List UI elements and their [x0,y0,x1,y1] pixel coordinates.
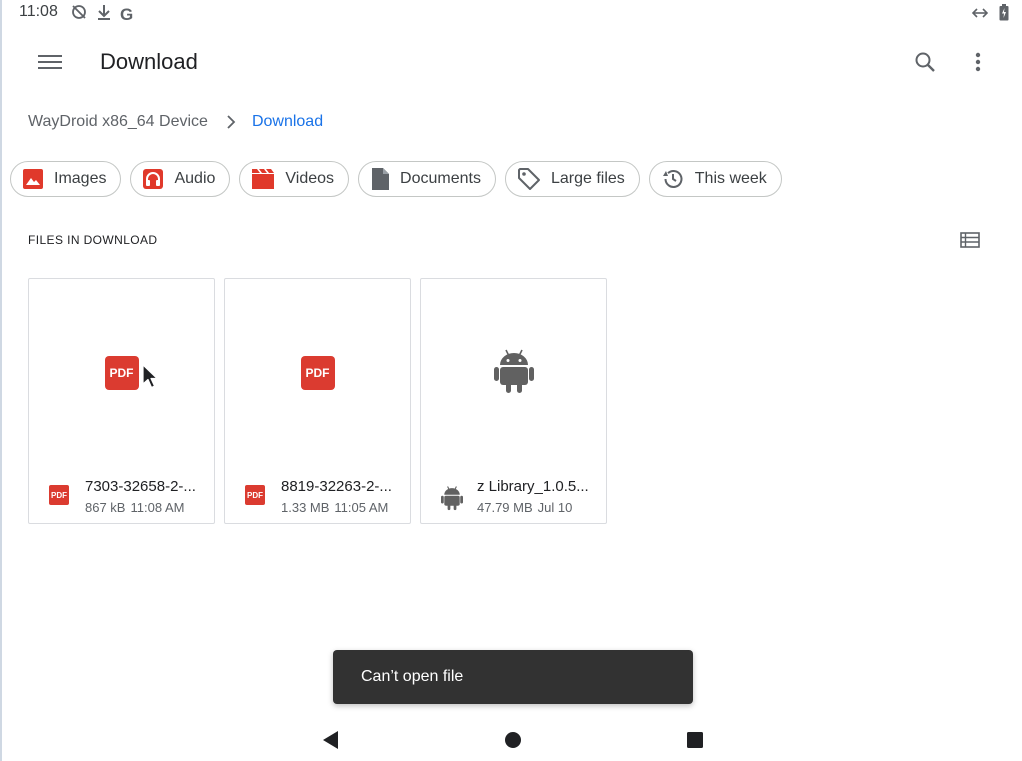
file-details: 867 kB 11:08 AM [85,500,184,515]
file-thumbnail [421,279,606,467]
pdf-icon: PDF [245,485,265,505]
snackbar-message: Can’t open file [361,668,464,685]
file-date: Jul 10 [537,500,573,515]
file-grid: PDF PDF 7303-32658-2-... 867 kB 11:08 AM… [28,278,607,524]
app-toolbar: Download [0,30,1022,94]
file-name: 7303-32658-2-... [85,478,196,495]
file-thumbnail: PDF [225,279,410,467]
download-icon [96,3,112,26]
chip-label: This week [694,170,767,187]
pdf-badge: PDF [49,485,69,505]
image-icon [22,168,44,190]
file-date: 11:08 AM [130,500,185,515]
file-details: 1.33 MB 11:05 AM [281,500,388,515]
file-name: 8819-32263-2-... [281,478,392,495]
more-vert-icon[interactable] [960,44,996,80]
status-bar: 11:08 G [0,0,1022,26]
file-card[interactable]: PDF PDF 8819-32263-2-... 1.33 MB 11:05 A… [224,278,411,524]
system-nav-bar [0,718,1022,761]
chip-label: Large files [550,170,625,187]
tag-icon [517,167,541,191]
chip-documents[interactable]: Documents [358,161,496,197]
file-name: z Library_1.0.5... [477,478,589,495]
file-size: 47.79 MB [477,500,533,515]
breadcrumb-root[interactable]: WayDroid x86_64 Device [28,113,208,131]
link-arrows-icon [971,6,989,24]
status-time: 11:08 [19,3,58,20]
file-card[interactable]: z Library_1.0.5... 47.79 MB Jul 10 [420,278,607,524]
file-meta: z Library_1.0.5... 47.79 MB Jul 10 [421,477,606,521]
android-icon [441,485,463,516]
breadcrumb-current[interactable]: Download [252,113,323,131]
pdf-icon: PDF [300,356,335,390]
pdf-icon: PDF [49,485,69,505]
chevron-right-icon [226,115,236,129]
android-icon [493,348,534,399]
chip-videos[interactable]: Videos [239,161,350,197]
status-icons-right [971,4,1009,26]
chip-label: Images [54,170,107,187]
chip-label: Documents [400,170,481,187]
page-title: Download [100,49,198,74]
document-icon [370,167,390,191]
google-icon: G [120,4,134,24]
snackbar: Can’t open file [333,650,693,704]
window-left-edge [0,0,2,761]
chip-label: Audio [174,170,216,187]
file-size: 867 kB [85,500,126,515]
sync-disabled-icon [70,3,88,26]
pdf-icon: PDF [104,356,139,390]
filter-chips: Images Audio Videos Documents Large file… [10,161,782,197]
list-view-icon[interactable] [955,226,985,254]
chip-this-week[interactable]: This week [648,161,782,197]
video-icon [251,168,275,190]
file-thumbnail: PDF [29,279,214,467]
file-details: 47.79 MB Jul 10 [477,500,572,515]
file-date: 11:05 AM [334,500,389,515]
file-size: 1.33 MB [281,500,330,515]
home-circle-icon[interactable] [501,728,525,752]
history-icon [661,167,685,191]
section-title: FILES IN DOWNLOAD [28,233,158,247]
file-card[interactable]: PDF PDF 7303-32658-2-... 867 kB 11:08 AM [28,278,215,524]
chip-images[interactable]: Images [10,161,122,197]
battery-icon [999,4,1009,26]
pdf-badge: PDF [245,485,265,505]
status-icons-left: G [70,3,133,26]
search-icon[interactable] [906,44,944,80]
chip-label: Videos [285,170,335,187]
headphones-icon [142,168,164,190]
file-meta: PDF 8819-32263-2-... 1.33 MB 11:05 AM [225,477,410,521]
recents-square-icon[interactable] [683,728,707,752]
mouse-cursor-icon [142,364,158,395]
chip-audio[interactable]: Audio [130,161,231,197]
breadcrumb: WayDroid x86_64 Device Download [28,113,323,131]
file-meta: PDF 7303-32658-2-... 867 kB 11:08 AM [29,477,214,521]
hamburger-menu-icon[interactable] [30,44,70,80]
chip-large-files[interactable]: Large files [504,161,640,197]
back-triangle-icon[interactable] [318,728,342,752]
